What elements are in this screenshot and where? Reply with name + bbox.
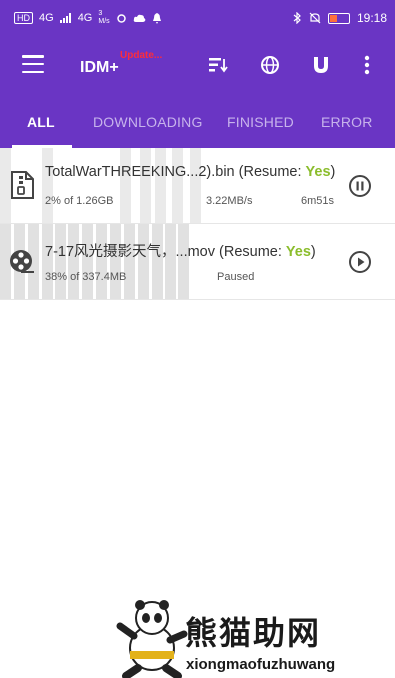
browser-globe-icon[interactable]: [259, 54, 281, 76]
app-toolbar: IDM+ Update...: [0, 36, 395, 96]
time-remaining: 6m51s: [301, 195, 335, 207]
tab-downloading[interactable]: DOWNLOADING: [93, 114, 203, 130]
mute-icon: [309, 12, 321, 24]
update-badge[interactable]: Update...: [120, 50, 162, 61]
more-options-icon[interactable]: [356, 54, 378, 76]
speed-unit: M/s: [98, 18, 110, 25]
file-name-text: TotalWarTHREEKING...2).bin (Resume:: [45, 164, 306, 180]
progress-segment: [55, 224, 66, 299]
magnet-icon[interactable]: [310, 54, 332, 76]
progress-segment: [152, 224, 163, 299]
archive-file-icon: [11, 171, 34, 199]
sort-icon[interactable]: [207, 54, 229, 76]
bluetooth-icon: [293, 12, 301, 24]
download-speed: 3.22MB/s: [206, 195, 253, 207]
progress-segment: [140, 148, 151, 223]
file-name-close: ): [330, 164, 336, 180]
progress-segment: [124, 224, 135, 299]
speed-value: 3: [98, 10, 103, 17]
download-status: Paused: [217, 271, 255, 283]
gear-sync-icon: [116, 13, 126, 23]
play-icon[interactable]: [348, 250, 372, 274]
download-size: 38% of 337.4MB: [45, 271, 127, 283]
progress-segment: [42, 148, 53, 223]
progress-segment: [155, 148, 166, 223]
progress-segment: [82, 224, 93, 299]
progress-segment: [42, 224, 53, 299]
watermark-cn: 熊猫助网: [185, 614, 322, 652]
resume-support: Yes: [285, 244, 311, 260]
progress-segment: [165, 224, 176, 299]
file-name: TotalWarTHREEKING...2).bin (Resume: Yes): [45, 164, 335, 180]
download-list: TotalWarTHREEKING...2).bin (Resume: Yes)…: [0, 148, 395, 300]
video-reel-icon: [10, 250, 34, 273]
signal-2: 4G: [77, 12, 93, 24]
status-bar-right: 19:18: [293, 11, 387, 25]
clock: 19:18: [356, 11, 387, 25]
progress-segment: [178, 224, 189, 299]
progress-segment: [120, 148, 131, 223]
resume-support: Yes: [305, 164, 331, 180]
panda-mascot-icon: [116, 600, 188, 678]
hamburger-menu-icon[interactable]: [22, 55, 44, 73]
download-item[interactable]: TotalWarTHREEKING...2).bin (Resume: Yes)…: [0, 148, 395, 224]
file-name-close: ): [310, 244, 316, 260]
watermark: 熊猫助网 xiongmaofuzhuwang: [112, 596, 395, 678]
signal-1: 4G: [39, 12, 54, 24]
file-name: 7-17风光摄影天气，...mov (Resume: Yes): [45, 240, 316, 261]
watermark-en: xiongmaofuzhuwang: [186, 656, 336, 673]
battery-level: [329, 14, 337, 22]
tab-error[interactable]: ERROR: [321, 114, 373, 130]
progress-segment: [190, 148, 201, 223]
signal-bars-icon: [59, 13, 71, 23]
hd-badge: HD: [14, 12, 33, 24]
network-speed: 3 M/s: [98, 10, 109, 26]
cloud-icon: [133, 14, 145, 22]
filter-tabs: ALL DOWNLOADING FINISHED ERROR: [0, 96, 395, 148]
progress-segment: [138, 224, 149, 299]
notification-bell-icon: [152, 12, 161, 24]
app-title: IDM+: [80, 59, 119, 76]
progress-segment: [68, 224, 79, 299]
download-item[interactable]: 7-17风光摄影天气，...mov (Resume: Yes) 38% of 3…: [0, 224, 395, 300]
file-name-text: 7-17风光摄影天气，...mov (Resume:: [45, 244, 286, 260]
status-bar: HD 4G 4G 3 M/s 19:18: [0, 0, 395, 36]
status-bar-left: HD 4G 4G 3 M/s: [14, 10, 162, 26]
progress-segment: [172, 148, 183, 223]
tab-finished[interactable]: FINISHED: [227, 114, 294, 130]
pause-icon[interactable]: [348, 174, 372, 198]
tab-all[interactable]: ALL: [27, 114, 55, 130]
download-size: 2% of 1.26GB: [45, 195, 114, 207]
progress-segment: [110, 224, 121, 299]
battery-icon: [327, 12, 350, 24]
progress-segment: [96, 224, 107, 299]
